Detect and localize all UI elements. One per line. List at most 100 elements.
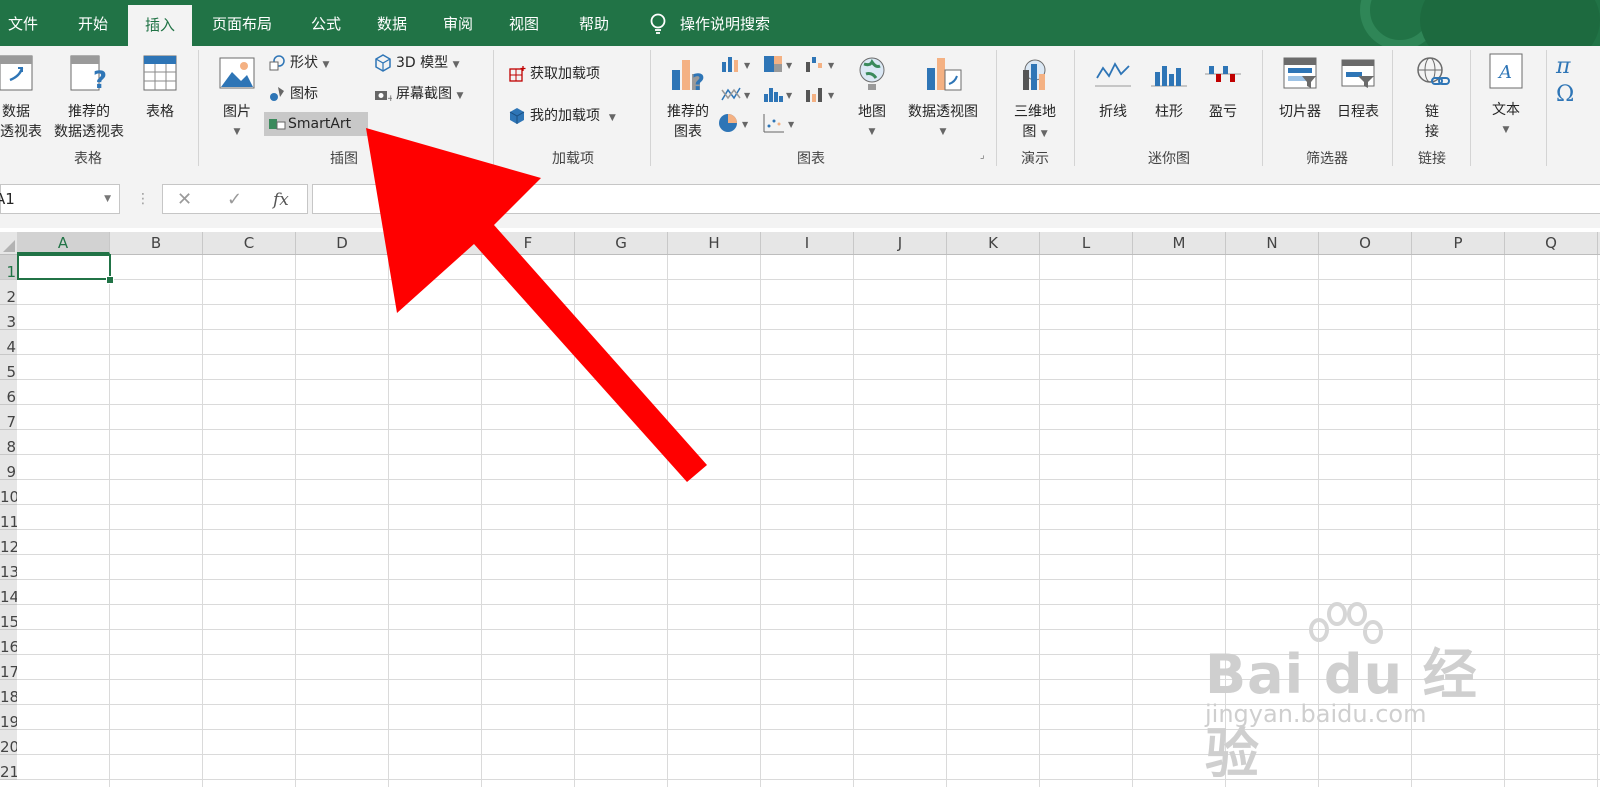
fill-handle[interactable] bbox=[106, 276, 114, 284]
tell-me-search[interactable]: 操作说明搜索 bbox=[680, 0, 780, 46]
text-box-icon: A bbox=[1489, 53, 1523, 89]
row-header-4[interactable]: 4 bbox=[0, 330, 17, 355]
row-header-10[interactable]: 10 bbox=[0, 480, 17, 505]
shapes-label: 形状 bbox=[290, 55, 318, 71]
icons-button[interactable]: 图标 bbox=[268, 82, 318, 106]
get-addins-button[interactable]: 获取加载项 bbox=[508, 62, 600, 86]
waterfall-chart-icon[interactable]: ▼ bbox=[804, 54, 838, 74]
column-header-h[interactable]: H bbox=[668, 232, 761, 254]
name-box-value: A1 bbox=[0, 190, 15, 208]
enter-icon[interactable]: ✓ bbox=[227, 185, 242, 215]
row-header-13[interactable]: 13 bbox=[0, 555, 17, 580]
recommended-pivot-button[interactable]: ? 推荐的 数据透视表 bbox=[46, 54, 132, 142]
selected-cell[interactable] bbox=[17, 254, 111, 280]
row-header-1[interactable]: 1 bbox=[0, 255, 17, 280]
tab-review[interactable]: 审阅 bbox=[432, 0, 484, 46]
my-addins-button[interactable]: 我的加载项 ▼ bbox=[508, 104, 616, 128]
row-header-5[interactable]: 5 bbox=[0, 355, 17, 380]
statistic-chart-icon[interactable]: ▼ bbox=[762, 84, 796, 104]
row-header-11[interactable]: 11 bbox=[0, 505, 17, 530]
row-header-20[interactable]: 20 bbox=[0, 730, 17, 755]
column-header-e[interactable]: E bbox=[389, 232, 482, 254]
screenshot-label: 屏幕截图 bbox=[396, 86, 452, 102]
screenshot-button[interactable]: + 屏幕截图 ▼ bbox=[374, 82, 463, 106]
row-header-3[interactable]: 3 bbox=[0, 305, 17, 330]
row-header-18[interactable]: 18 bbox=[0, 680, 17, 705]
text-button[interactable]: A 文本 ▼ bbox=[1480, 52, 1532, 140]
line-chart-icon[interactable]: ▼ bbox=[720, 84, 754, 104]
column-header-c[interactable]: C bbox=[203, 232, 296, 254]
slicer-icon bbox=[1283, 57, 1317, 89]
column-header-p[interactable]: P bbox=[1412, 232, 1505, 254]
pivot-chart-button[interactable]: 数据透视图 ▼ bbox=[900, 54, 986, 142]
column-header-n[interactable]: N bbox=[1226, 232, 1319, 254]
sparkline-column-button[interactable]: 柱形 bbox=[1144, 54, 1194, 122]
3d-map-button[interactable]: 三维地 图 ▼ bbox=[1004, 54, 1066, 144]
svg-text:▼: ▼ bbox=[828, 61, 835, 70]
column-header-k[interactable]: K bbox=[947, 232, 1040, 254]
pictures-button[interactable]: 图片 ▼ bbox=[210, 54, 264, 142]
tab-page-layout[interactable]: 页面布局 bbox=[200, 0, 284, 46]
timeline-button[interactable]: 日程表 bbox=[1330, 54, 1386, 122]
row-header-6[interactable]: 6 bbox=[0, 380, 17, 405]
select-all-corner[interactable] bbox=[0, 232, 17, 254]
formula-input[interactable] bbox=[312, 184, 1600, 214]
pie-chart-icon[interactable]: ▼ bbox=[718, 112, 754, 134]
3d-models-button[interactable]: 3D 模型 ▼ bbox=[374, 51, 460, 75]
pivot-table-button[interactable]: 数据 透视表 bbox=[0, 54, 44, 142]
tab-formulas[interactable]: 公式 bbox=[300, 0, 352, 46]
column-header-m[interactable]: M bbox=[1133, 232, 1226, 254]
link-button[interactable]: 链 接 bbox=[1404, 54, 1460, 142]
tab-help[interactable]: 帮助 bbox=[564, 0, 624, 46]
hierarchy-chart-icon[interactable]: ▼ bbox=[762, 54, 796, 74]
column-header-b[interactable]: B bbox=[110, 232, 203, 254]
row-header-16[interactable]: 16 bbox=[0, 630, 17, 655]
row-header-2[interactable]: 2 bbox=[0, 280, 17, 305]
column-header-o[interactable]: O bbox=[1319, 232, 1412, 254]
insert-function-icon[interactable]: fx bbox=[273, 185, 289, 215]
smartart-button[interactable]: SmartArt bbox=[264, 112, 368, 136]
row-header-8[interactable]: 8 bbox=[0, 430, 17, 455]
tab-data[interactable]: 数据 bbox=[366, 0, 418, 46]
column-header-j[interactable]: J bbox=[854, 232, 947, 254]
slicer-button[interactable]: 切片器 bbox=[1272, 54, 1328, 122]
row-header-7[interactable]: 7 bbox=[0, 405, 17, 430]
sparkline-winloss-button[interactable]: 盈亏 bbox=[1198, 54, 1248, 122]
shapes-button[interactable]: 形状 ▼ bbox=[268, 51, 329, 75]
column-chart-icon[interactable]: ▼ bbox=[720, 54, 754, 74]
combo-chart-icon[interactable]: ▼ bbox=[804, 84, 838, 104]
cancel-icon[interactable]: ✕ bbox=[177, 185, 192, 215]
column-header-g[interactable]: G bbox=[575, 232, 668, 254]
column-header-l[interactable]: L bbox=[1040, 232, 1133, 254]
row-header-12[interactable]: 12 bbox=[0, 530, 17, 555]
baidu-watermark: Bai du 经验 jingyan.baidu.com bbox=[1205, 600, 1505, 785]
text-label: 文本 bbox=[1492, 102, 1520, 118]
table-button[interactable]: 表格 bbox=[134, 54, 186, 122]
column-header-a[interactable]: A bbox=[17, 232, 110, 254]
scatter-chart-icon[interactable]: ▼ bbox=[762, 112, 798, 134]
maps-button[interactable]: 地图 ▼ bbox=[850, 54, 894, 142]
name-box[interactable]: A1 ▼ bbox=[0, 184, 120, 214]
tab-insert[interactable]: 插入 bbox=[128, 5, 192, 46]
row-header-19[interactable]: 19 bbox=[0, 705, 17, 730]
row-header-21[interactable]: 21 bbox=[0, 755, 17, 780]
symbol-icon[interactable]: Ω bbox=[1556, 82, 1574, 107]
row-header-9[interactable]: 9 bbox=[0, 455, 17, 480]
column-header-i[interactable]: I bbox=[761, 232, 854, 254]
row-header-15[interactable]: 15 bbox=[0, 605, 17, 630]
row-header-14[interactable]: 14 bbox=[0, 580, 17, 605]
tab-home[interactable]: 开始 bbox=[66, 0, 120, 46]
chevron-down-icon[interactable]: ▼ bbox=[104, 185, 111, 213]
tab-file[interactable]: 文件 bbox=[0, 0, 46, 46]
equation-icon[interactable]: π bbox=[1556, 54, 1570, 79]
charts-dialog-launcher-icon[interactable]: ⌟ bbox=[980, 150, 985, 161]
recommended-charts-button[interactable]: ? 推荐的 图表 bbox=[660, 54, 716, 142]
column-header-f[interactable]: F bbox=[482, 232, 575, 254]
tab-view[interactable]: 视图 bbox=[498, 0, 550, 46]
sparkline-line-button[interactable]: 折线 bbox=[1088, 54, 1138, 122]
svg-text:A: A bbox=[1497, 62, 1512, 83]
column-header-q[interactable]: Q bbox=[1505, 232, 1598, 254]
globe-icon bbox=[859, 57, 885, 90]
row-header-17[interactable]: 17 bbox=[0, 655, 17, 680]
column-header-d[interactable]: D bbox=[296, 232, 389, 254]
